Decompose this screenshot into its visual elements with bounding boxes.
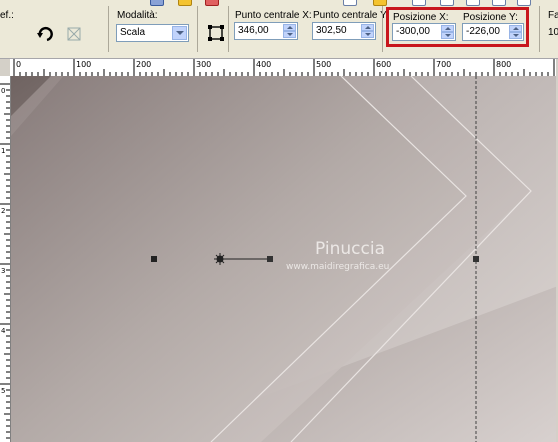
toolbar-top-icon[interactable] — [178, 0, 192, 6]
image-canvas[interactable]: Pinuccia www.maidiregrafica.eu — [11, 76, 558, 442]
rotate-icon[interactable] — [35, 24, 55, 44]
vertical-ruler: 0123456 — [0, 76, 11, 442]
ruler-label: 700 — [436, 60, 451, 69]
chevron-down-icon[interactable] — [172, 26, 187, 40]
toolbar-top-icon[interactable] — [492, 0, 506, 6]
toolbar-top-icon[interactable] — [440, 0, 454, 6]
ruler-label: 1 — [1, 147, 5, 155]
arrow-up-icon[interactable] — [361, 24, 374, 31]
toolbar-top-icon[interactable] — [373, 0, 387, 6]
pos-x-label: Posizione X: — [393, 12, 449, 23]
watermark-url: www.maidiregrafica.eu — [286, 262, 389, 272]
ruler-label: 0 — [16, 60, 21, 69]
ruler-label: 200 — [136, 60, 151, 69]
separator — [228, 6, 229, 52]
arrow-down-icon[interactable] — [441, 32, 454, 39]
ruler-label: 600 — [376, 60, 391, 69]
center-x-label: Punto centrale X: — [235, 10, 312, 21]
pos-y-field[interactable]: -226,00 — [462, 23, 524, 41]
arrow-down-icon[interactable] — [283, 31, 296, 38]
watermark-title: Pinuccia — [315, 239, 385, 259]
arrow-down-icon[interactable] — [509, 32, 522, 39]
reset-icon[interactable] — [64, 24, 84, 44]
center-y-value: 302,50 — [316, 25, 347, 36]
ruler-corner — [0, 59, 10, 76]
arrow-up-icon[interactable] — [283, 24, 296, 31]
mode-value: Scala — [120, 27, 146, 38]
mode-label: Modalità: — [117, 10, 158, 21]
separator — [382, 6, 383, 52]
center-y-field[interactable]: 302,50 — [312, 22, 376, 40]
spin-arrows[interactable] — [441, 25, 454, 39]
pos-y-label: Posizione Y: — [463, 12, 518, 23]
separator — [539, 6, 540, 52]
ruler-label: 500 — [316, 60, 331, 69]
center-x-field[interactable]: 346,00 — [234, 22, 298, 40]
toolbar-top-icon[interactable] — [150, 0, 164, 6]
separator — [108, 6, 109, 52]
cut-value-right: 10 — [548, 27, 558, 38]
spin-arrows[interactable] — [509, 25, 522, 39]
horizontal-ruler: 0 100 200 300 400 500 600 700 800 — [10, 59, 558, 77]
pos-x-value: -300,00 — [396, 26, 430, 37]
ruler-label: 800 — [496, 60, 511, 69]
mode-select[interactable]: Scala — [116, 24, 189, 42]
toolbar-top-icon[interactable] — [205, 0, 219, 6]
spin-arrows[interactable] — [283, 24, 296, 38]
toolbar-top-icon[interactable] — [412, 0, 426, 6]
transform-icon[interactable] — [206, 23, 226, 43]
toolbar-top-icon[interactable] — [466, 0, 480, 6]
cut-label-left: ef.: — [0, 10, 14, 21]
arrow-up-icon[interactable] — [441, 25, 454, 32]
rotation-handle[interactable] — [267, 256, 273, 262]
ruler-label: 100 — [76, 60, 91, 69]
ruler-label: 2 — [1, 207, 5, 215]
pos-y-value: -226,00 — [466, 26, 500, 37]
arrow-down-icon[interactable] — [361, 31, 374, 38]
ruler-label: 5 — [1, 387, 5, 395]
arrow-up-icon[interactable] — [509, 25, 522, 32]
ruler-label: 3 — [1, 267, 5, 275]
toolbar-top-icon[interactable] — [343, 0, 357, 6]
toolbar-top-icon[interactable] — [517, 0, 531, 6]
cut-label-right: Fa — [548, 10, 558, 21]
separator — [197, 6, 198, 52]
ruler-label: 300 — [196, 60, 211, 69]
ruler-label: 0 — [1, 87, 5, 95]
toolbar: ef.: Modalità: Scala Punto centrale X: 3… — [0, 0, 558, 59]
ruler-label: 400 — [256, 60, 271, 69]
spin-arrows[interactable] — [361, 24, 374, 38]
deform-handle[interactable] — [151, 256, 157, 262]
center-y-label: Punto centrale Y: — [313, 10, 389, 21]
deform-handle[interactable] — [473, 256, 479, 262]
pos-x-field[interactable]: -300,00 — [392, 23, 456, 41]
ruler-label: 4 — [1, 327, 6, 335]
center-x-value: 346,00 — [238, 25, 269, 36]
